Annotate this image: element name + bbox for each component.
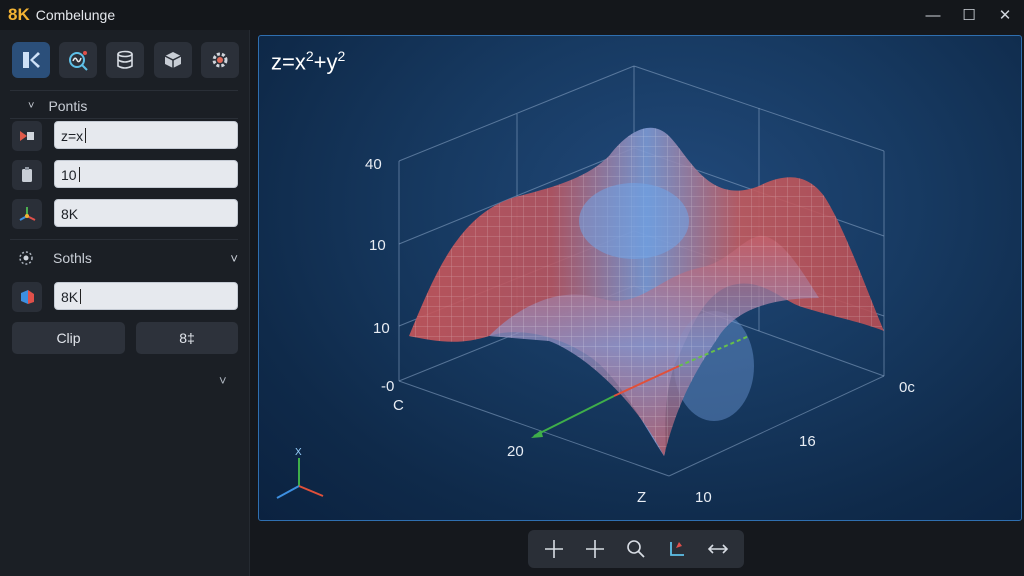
section-label: Sothls — [53, 250, 92, 266]
axes-button[interactable] — [12, 199, 42, 229]
zoom-button[interactable] — [618, 534, 654, 564]
axis-label-right-mid: 16 — [799, 433, 816, 450]
maximize-button[interactable]: ☐ — [951, 0, 987, 30]
minimize-icon: — — [925, 6, 941, 24]
database-tool-button[interactable] — [106, 42, 144, 78]
divider — [10, 239, 238, 240]
clipboard-button[interactable] — [12, 160, 42, 190]
close-button[interactable]: ✕ — [987, 0, 1023, 30]
z-tick-label: 10 — [373, 320, 390, 337]
divider — [10, 118, 238, 119]
database-icon — [117, 50, 133, 69]
color-cube-button[interactable] — [12, 282, 42, 312]
z-tick-label: 10 — [369, 237, 386, 254]
minimize-button[interactable]: — — [915, 0, 951, 30]
axis-label-bottom-right: 10 — [695, 489, 712, 506]
z-tick-label: -0 — [381, 378, 394, 395]
add-point-button[interactable] — [577, 534, 613, 564]
title-bar: 8K Combelunge — ☐ ✕ — [0, 0, 1024, 30]
expand-chevron-icon[interactable]: ˅ — [219, 373, 227, 388]
pan-horizontal-button[interactable] — [700, 534, 736, 564]
gear-icon — [212, 52, 228, 68]
search-plot-icon — [69, 51, 88, 71]
grid-tool-button[interactable] — [12, 42, 50, 78]
surface-plot: 40 10 10 -0 C 20 Z 10 16 0c X — [276, 65, 915, 506]
plot-viewport[interactable]: z=x2+y2 40 10 10 -0 C 20 Z 10 16 0c X — [258, 35, 1022, 521]
axes-icon — [19, 207, 36, 221]
divider — [10, 90, 238, 91]
orientation-gizmo: X — [276, 447, 324, 499]
quality-field[interactable]: 8K — [54, 282, 238, 310]
axis-toggle-button[interactable] — [659, 534, 695, 564]
sidebar: ˅ Pontis z=x 10 8K Sothls ˅ 8K Clip 8‡ ˅ — [0, 30, 250, 576]
expression-field[interactable]: z=x — [54, 121, 238, 149]
section-chevron-icon: ˅ — [28, 100, 35, 112]
z-tick-label: 40 — [365, 156, 382, 173]
grid-icon — [23, 52, 40, 68]
config-button[interactable]: 8‡ — [136, 322, 238, 354]
axis-label-bottom: Z — [637, 489, 646, 506]
section-header-pontis[interactable]: ˅ Pontis — [28, 98, 87, 114]
window-title: Combelunge — [35, 7, 116, 23]
section-chevron-icon: ˅ — [230, 250, 238, 266]
crosshair-icon — [545, 540, 564, 558]
cube-icon — [164, 52, 182, 68]
axis-label-front: 20 — [507, 443, 524, 460]
text-caret — [80, 289, 82, 304]
surface-mesh — [409, 127, 884, 456]
text-caret — [85, 128, 87, 143]
clip-button[interactable]: Clip — [12, 322, 125, 354]
clipboard-icon — [22, 167, 32, 182]
close-icon: ✕ — [998, 7, 1012, 24]
view-toolbar — [528, 530, 744, 568]
axis-label-right: 0c — [899, 379, 915, 396]
pan-horizontal-icon — [707, 544, 728, 554]
resolution-field[interactable]: 8K — [54, 199, 238, 227]
maximize-icon: ☐ — [962, 7, 976, 24]
add-icon — [586, 540, 605, 558]
camera-icon — [20, 131, 34, 141]
search-plot-tool-button[interactable] — [59, 42, 97, 78]
settings-tool-button[interactable] — [201, 42, 239, 78]
camera-button[interactable] — [12, 121, 42, 151]
section-label: Pontis — [48, 98, 88, 114]
samples-field[interactable]: 10 — [54, 160, 238, 188]
node-settings-icon — [19, 251, 33, 265]
gizmo-label: X — [295, 447, 302, 458]
axis-label-left: C — [393, 397, 404, 414]
axis-toggle-icon — [669, 542, 684, 556]
text-caret — [78, 167, 80, 182]
cube-tool-button[interactable] — [154, 42, 192, 78]
zoom-icon — [627, 540, 645, 558]
color-cube-icon — [21, 290, 34, 304]
app-logo: 8K — [8, 5, 30, 24]
crosshair-button[interactable] — [536, 534, 572, 564]
section-header-sothls[interactable]: Sothls ˅ — [16, 247, 238, 269]
